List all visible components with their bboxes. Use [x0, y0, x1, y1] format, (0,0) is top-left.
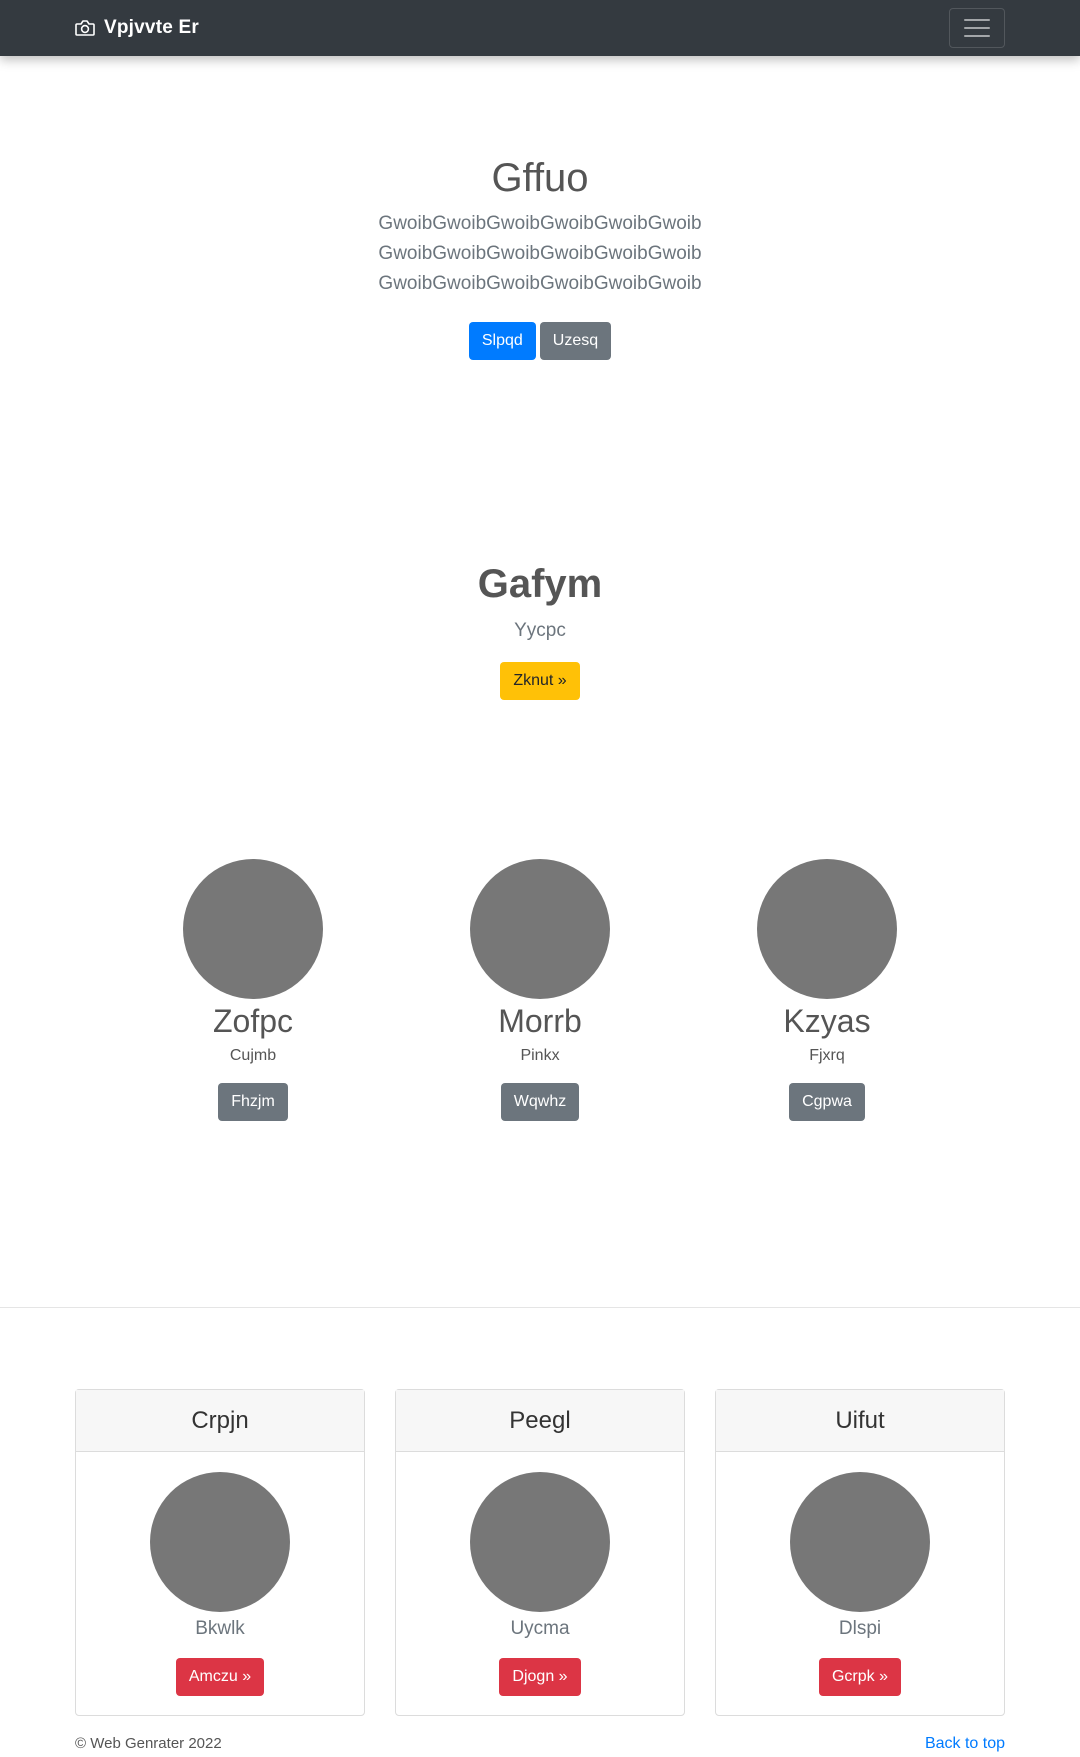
avatar: [790, 1472, 930, 1612]
avatar: [757, 859, 897, 999]
navbar: Vpjvvte Er: [0, 0, 1080, 56]
person-subtitle: Pinkx: [520, 1047, 560, 1064]
card-body: Bkwlk Amczu »: [76, 1452, 364, 1696]
hero-text-line: GwoibGwoibGwoibGwoibGwoibGwoib: [378, 213, 702, 234]
feature-button[interactable]: Zknut »: [500, 662, 580, 700]
person-name: Zofpc: [212, 1003, 294, 1039]
person-column: Morrb Pinkx Wqwhz: [440, 859, 640, 1121]
footer-copyright: © Web Genrater 2022: [75, 1735, 222, 1752]
card-button[interactable]: Djogn »: [499, 1658, 581, 1696]
feature-button-wrap: Zknut »: [0, 662, 1080, 700]
person-button[interactable]: Fhzjm: [218, 1083, 288, 1121]
person-button[interactable]: Cgpwa: [789, 1083, 865, 1121]
card: Uifut Dlspi Gcrpk »: [715, 1389, 1005, 1716]
avatar: [183, 859, 323, 999]
person-button[interactable]: Wqwhz: [500, 1083, 580, 1121]
card-header: Uifut: [716, 1390, 1004, 1452]
hero-text-line: GwoibGwoibGwoibGwoibGwoibGwoib: [378, 273, 702, 294]
hero-text-line: GwoibGwoibGwoibGwoibGwoibGwoib: [378, 243, 702, 264]
person-name: Morrb: [498, 1003, 582, 1039]
avatar: [150, 1472, 290, 1612]
brand-link[interactable]: Vpjvvte Er: [75, 15, 199, 41]
section-divider: [0, 1307, 1080, 1308]
feature-title: Gafym: [477, 562, 603, 606]
card: Crpjn Bkwlk Amczu »: [75, 1389, 365, 1716]
person-subtitle: Fjxrq: [809, 1047, 845, 1064]
hero-buttons: Slpqd Uzesq: [0, 322, 1080, 360]
card-subtitle: Uycma: [510, 1618, 570, 1639]
card-body: Uycma Djogn »: [396, 1452, 684, 1696]
person-subtitle: Cujmb: [229, 1047, 277, 1064]
card-header: Crpjn: [76, 1390, 364, 1452]
hero-title: Gffuo: [491, 156, 589, 200]
person-name: Kzyas: [783, 1003, 871, 1039]
card-header: Peegl: [396, 1390, 684, 1452]
card-subtitle: Dlspi: [838, 1618, 882, 1639]
navbar-toggle-button[interactable]: [949, 8, 1005, 48]
avatar: [470, 859, 610, 999]
card-button[interactable]: Gcrpk »: [818, 1658, 901, 1696]
person-column: Zofpc Cujmb Fhzjm: [153, 859, 353, 1121]
person-column: Kzyas Fjxrq Cgpwa: [727, 859, 927, 1121]
card: Peegl Uycma Djogn »: [395, 1389, 685, 1716]
camera-icon: [75, 20, 95, 36]
back-to-top-link[interactable]: Back to top: [925, 1735, 1005, 1753]
brand-text: Vpjvvte Er: [104, 17, 199, 38]
hero-text: GwoibGwoibGwoibGwoibGwoibGwoib GwoibGwoi…: [0, 209, 1080, 299]
hero-secondary-button[interactable]: Uzesq: [539, 322, 612, 360]
hamburger-icon: [964, 19, 990, 21]
avatar: [470, 1472, 610, 1612]
card-subtitle: Bkwlk: [195, 1618, 245, 1639]
hero-primary-button[interactable]: Slpqd: [468, 322, 536, 360]
card-button[interactable]: Amczu »: [175, 1658, 265, 1696]
feature-subtitle: Yycpc: [514, 620, 566, 641]
card-body: Dlspi Gcrpk »: [716, 1452, 1004, 1696]
